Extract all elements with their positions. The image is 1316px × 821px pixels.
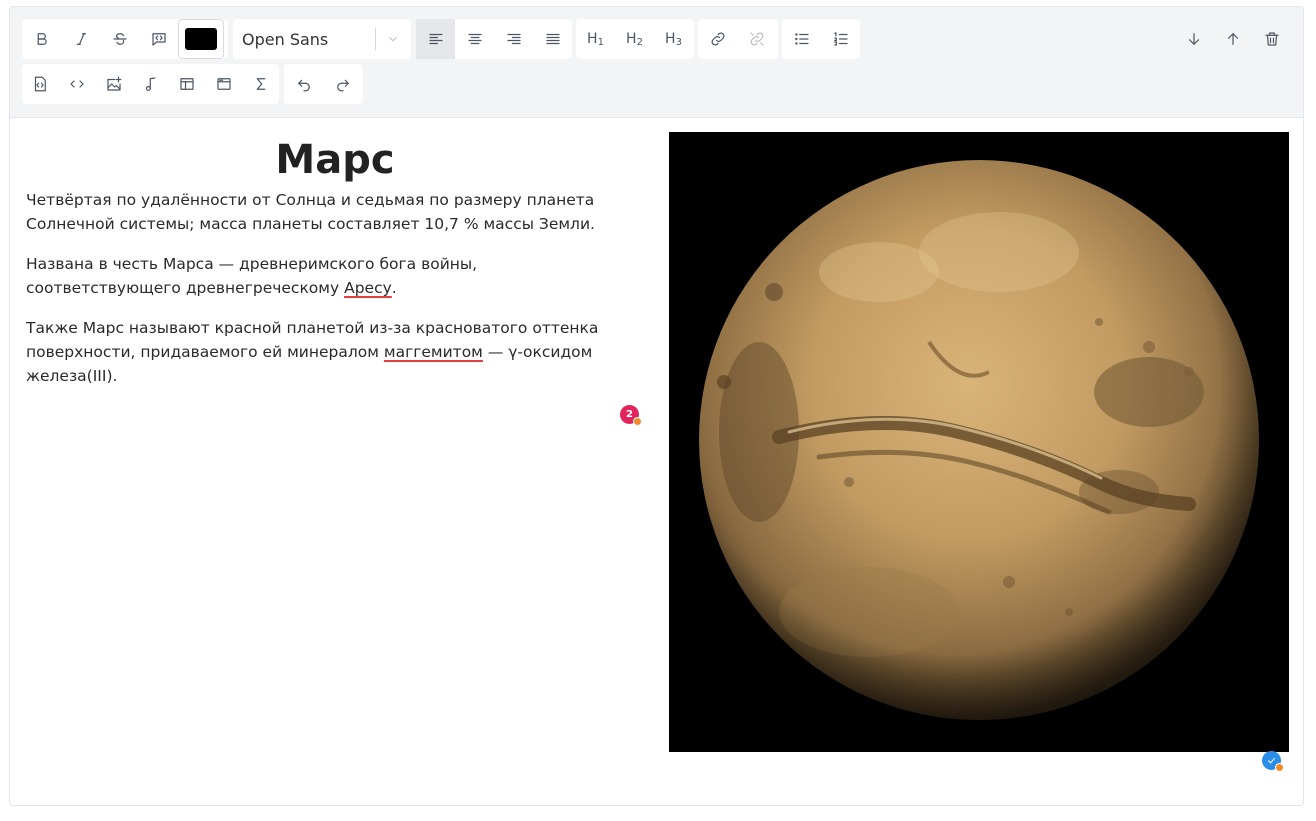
redo-icon [336, 79, 349, 92]
comment-button[interactable] [139, 19, 178, 59]
undo-button[interactable] [284, 64, 323, 104]
editor-content[interactable]: Марс Четвёртая по удалённости от Солнца … [10, 117, 1303, 805]
align-left-button[interactable] [416, 19, 455, 59]
insert-formula-button[interactable] [242, 64, 279, 104]
code-icon [70, 80, 84, 88]
status-dot [1275, 763, 1284, 772]
document-title[interactable]: Марс [25, 135, 645, 185]
numbered-list-button[interactable] [821, 19, 860, 59]
delete-button[interactable] [1252, 19, 1291, 59]
editor-toolbar: Open Sans H1 H2 H3 [10, 7, 1303, 118]
sigma-icon [256, 78, 266, 90]
music-note-icon [145, 77, 155, 91]
align-center-button[interactable] [455, 19, 494, 59]
font-family-select[interactable]: Open Sans [233, 19, 411, 59]
italic-icon [76, 33, 86, 45]
strikethrough-button[interactable] [100, 19, 139, 59]
font-family-value: Open Sans [242, 29, 329, 49]
mars-image[interactable] [669, 132, 1289, 752]
misspelled-word[interactable]: Аресу [344, 279, 392, 297]
heading-3-label: H3 [665, 31, 682, 48]
paragraph-2[interactable]: Названа в честь Марса — древнеримского б… [26, 252, 626, 300]
redo-button[interactable] [323, 64, 362, 104]
heading-2-level: 2 [636, 36, 643, 48]
insert-table-button[interactable] [169, 64, 206, 104]
heading-3-button[interactable]: H3 [654, 19, 693, 59]
chevron-down-icon [376, 32, 410, 46]
italic-button[interactable] [61, 19, 100, 59]
code-button[interactable] [59, 64, 96, 104]
heading-1-letter: H [587, 30, 598, 47]
block-actions-group [1174, 19, 1292, 59]
text-color-picker[interactable] [178, 19, 224, 59]
heading-2-button[interactable]: H2 [615, 19, 654, 59]
embed-file-button[interactable] [22, 64, 59, 104]
heading-3-level: 3 [675, 36, 682, 48]
unlink-button[interactable] [737, 19, 776, 59]
heading-2-label: H2 [626, 31, 643, 48]
format-group [22, 19, 228, 59]
bold-icon [37, 33, 47, 45]
insert-embed-button[interactable] [206, 64, 243, 104]
bold-button[interactable] [22, 19, 61, 59]
heading-3-letter: H [665, 30, 676, 47]
issue-count: 2 [626, 409, 633, 420]
paragraph-2-end: . [391, 279, 397, 297]
align-group [416, 19, 572, 59]
browser-window-icon [217, 78, 231, 90]
misspelled-word[interactable]: маггемитом [384, 343, 483, 361]
arrow-up-icon [1227, 33, 1238, 45]
align-justify-button[interactable] [533, 19, 572, 59]
insert-audio-button[interactable] [132, 64, 169, 104]
align-justify-icon [545, 33, 560, 45]
link-icon [711, 32, 724, 46]
heading-2-letter: H [626, 30, 637, 47]
insert-group [22, 64, 279, 104]
heading-group: H1 H2 H3 [576, 19, 694, 59]
history-group [284, 64, 363, 104]
insert-image-button[interactable] [95, 64, 132, 104]
link-group [698, 19, 778, 59]
table-icon [180, 78, 194, 90]
heading-1-button[interactable]: H1 [576, 19, 615, 59]
move-up-button[interactable] [1213, 19, 1252, 59]
align-center-icon [467, 33, 482, 45]
file-code-icon [35, 76, 47, 92]
arrow-down-icon [1188, 33, 1199, 45]
strikethrough-icon [112, 33, 127, 45]
mars-globe-graphic [699, 160, 1259, 720]
align-right-button[interactable] [494, 19, 533, 59]
numbered-list-icon [833, 32, 848, 46]
insert-link-button[interactable] [698, 19, 737, 59]
heading-1-label: H1 [587, 31, 604, 48]
paragraph-3[interactable]: Также Марс называют красной планетой из-… [26, 316, 626, 388]
move-down-button[interactable] [1174, 19, 1213, 59]
comment-icon [151, 33, 166, 46]
trash-icon [1264, 32, 1279, 46]
heading-1-level: 1 [597, 36, 604, 48]
status-dot [633, 417, 642, 426]
list-group [782, 19, 860, 59]
color-swatch [185, 28, 217, 50]
image-plus-icon [107, 76, 122, 91]
unlink-icon [749, 32, 764, 46]
paragraph-1[interactable]: Четвёртая по удалённости от Солнца и сед… [26, 188, 626, 236]
undo-icon [297, 79, 310, 92]
align-left-icon [428, 33, 443, 45]
rich-text-editor: Open Sans H1 H2 H3 Марс Четвёртая по уда… [9, 6, 1304, 806]
bullet-list-button[interactable] [782, 19, 821, 59]
bullet-list-icon [794, 33, 809, 45]
paragraph-2-text: Названа в честь Марса — древнеримского б… [26, 255, 478, 297]
align-right-icon [506, 33, 521, 45]
